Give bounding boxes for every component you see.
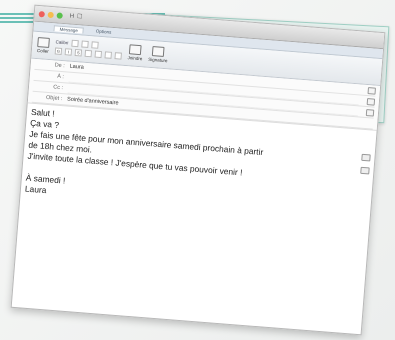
paperclip-icon[interactable]: ☐ <box>77 13 83 20</box>
cc-label: Cc : <box>53 84 64 92</box>
paste-button[interactable]: Coller <box>37 37 50 54</box>
bullet-list-icon[interactable] <box>104 51 113 59</box>
decrease-font-icon[interactable] <box>90 41 99 49</box>
increase-font-icon[interactable] <box>81 40 89 48</box>
minimize-window-button[interactable] <box>47 11 54 18</box>
italic-button[interactable]: I <box>64 48 73 56</box>
paste-icon <box>37 37 50 48</box>
body-scroll-handle-top[interactable] <box>361 153 371 162</box>
numbered-list-icon[interactable] <box>114 52 122 60</box>
quick-tools: H ☐ <box>69 12 82 20</box>
email-compose-window: H ☐ Message Options Coller Calibri G I S… <box>10 4 386 336</box>
attachment-button[interactable]: Joindre <box>127 44 143 61</box>
save-icon[interactable]: H <box>69 13 74 19</box>
paste-label: Coller <box>36 48 49 54</box>
subject-label: Objet : <box>45 94 63 103</box>
attachment-icon <box>129 44 142 56</box>
zoom-window-button[interactable] <box>56 11 63 19</box>
underline-button[interactable]: S <box>74 48 83 57</box>
font-family-dropdown[interactable]: Calibri <box>55 39 68 45</box>
attachment-label: Joindre <box>127 55 143 62</box>
font-color-icon[interactable] <box>94 50 103 59</box>
tab-message[interactable]: Message <box>53 24 85 34</box>
font-format-group: Calibri G I S <box>54 38 123 60</box>
signature-label: Signature <box>148 56 168 64</box>
body-scroll-handle-bottom[interactable] <box>360 166 370 175</box>
screenshot-page: H ☐ Message Options Coller Calibri G I S… <box>0 0 395 340</box>
highlight-icon[interactable] <box>84 49 93 58</box>
from-label: De : <box>54 62 65 70</box>
bold-button[interactable]: G <box>54 47 63 55</box>
cc-contact-icon[interactable] <box>365 108 375 117</box>
tab-options[interactable]: Options <box>96 29 112 35</box>
from-options-icon[interactable] <box>367 86 377 95</box>
to-contact-icon[interactable] <box>366 97 376 106</box>
close-window-button[interactable] <box>38 10 46 17</box>
right-side-handles <box>360 153 371 175</box>
signature-icon <box>152 46 165 57</box>
font-size-field[interactable] <box>71 39 79 48</box>
to-label: À : <box>56 73 65 81</box>
signature-button[interactable]: Signature <box>148 46 168 63</box>
